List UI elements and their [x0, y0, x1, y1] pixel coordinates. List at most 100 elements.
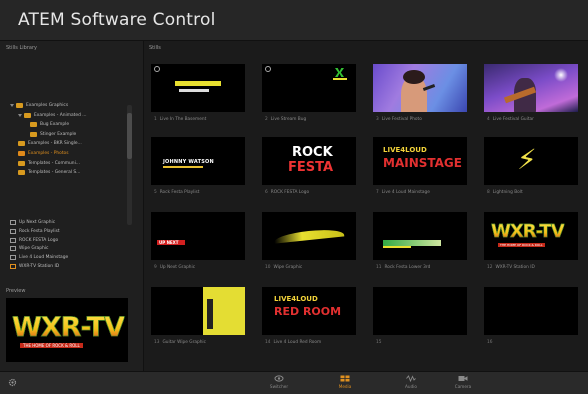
- tree-item[interactable]: Examples Graphics: [10, 101, 68, 110]
- tree-item[interactable]: Bug Example: [30, 120, 69, 129]
- media-item-label: Rock Festa Playlist: [19, 228, 60, 234]
- still-number: 5: [154, 190, 157, 195]
- scrollbar-thumb[interactable]: [127, 113, 132, 159]
- media-item[interactable]: WXR-TV Station ID: [10, 262, 59, 271]
- still-name: Live In The Basement: [159, 117, 207, 122]
- still-name: Rock Festa Playlist: [159, 190, 200, 195]
- logo-text-bottom: RED ROOM: [274, 305, 342, 318]
- folder-icon: [30, 122, 37, 128]
- loop-badge-icon: [265, 66, 271, 72]
- still-thumbnail[interactable]: ROCK FESTA: [262, 137, 356, 185]
- media-item[interactable]: ROCK FESTA Logo: [10, 236, 58, 245]
- nav-button-label: Camera: [454, 384, 472, 389]
- media-item[interactable]: Rock Festa Playlist: [10, 227, 60, 236]
- still-thumbnail[interactable]: [373, 212, 467, 260]
- nav-button-camera[interactable]: Camera: [448, 374, 478, 392]
- still-thumbnail[interactable]: [484, 64, 578, 112]
- logo-text-top: ROCK: [292, 145, 333, 160]
- media-item[interactable]: Live 4 Loud Mainstage: [10, 253, 68, 262]
- still-thumbnail[interactable]: [151, 64, 245, 112]
- still-number: 1: [154, 117, 157, 122]
- station-id-tagline: THE HOME OF ROCK & ROLL: [498, 243, 545, 247]
- still-thumbnail[interactable]: LIVE4LOUD MAINSTAGE: [373, 137, 467, 185]
- still-thumbnail[interactable]: [373, 287, 467, 335]
- still-name: Rock Festa Lower 3rd: [384, 265, 431, 270]
- still-number: 14: [265, 340, 271, 345]
- folder-icon: [18, 151, 25, 156]
- still-name: ROCK FESTA Logo: [270, 190, 310, 195]
- still-caption: 9 Up Next Graphic: [154, 265, 195, 270]
- still-name: Lightning Bolt: [492, 190, 523, 195]
- tree-item[interactable]: Templates - Communi...: [18, 159, 80, 168]
- tree-item[interactable]: Examples - BKR Single...: [18, 139, 82, 148]
- logo-text-bottom: MAINSTAGE: [383, 156, 462, 170]
- tree-item-label: Templates - General S...: [28, 170, 81, 176]
- still-name: Live Festival Guitar: [492, 117, 534, 122]
- preview-graphic-sub: THE HOME OF ROCK & ROLL: [20, 343, 83, 348]
- still-thumbnail[interactable]: JOHNNY WATSON: [151, 137, 245, 185]
- tree-scrollbar[interactable]: [127, 105, 132, 225]
- tree-item-label: Examples - Animated ...: [34, 112, 87, 118]
- nav-button-audio[interactable]: Audio: [396, 374, 426, 392]
- graphic-icon: [10, 255, 16, 261]
- graphic-icon: [10, 220, 16, 225]
- tree-item[interactable]: Stinger Example: [30, 130, 76, 139]
- still-thumbnail[interactable]: [151, 287, 245, 335]
- station-id-logo: WXR-TV: [491, 221, 565, 243]
- still-number: 6: [265, 190, 268, 195]
- folder-icon: [18, 141, 25, 147]
- app-title: ATEM Software Control: [18, 10, 216, 30]
- still-caption: 1 Live In The Basement: [154, 117, 206, 122]
- still-thumbnail[interactable]: [262, 212, 356, 260]
- tree-item-label: Templates - Communi...: [28, 160, 80, 166]
- stills-header: Stills: [149, 45, 161, 51]
- settings-gear-icon[interactable]: [8, 378, 17, 387]
- graphic-icon: [10, 228, 16, 234]
- media-item-label: Up Next Graphic: [19, 220, 56, 225]
- nav-button-switcher[interactable]: Switcher: [264, 374, 294, 392]
- tree-item[interactable]: Templates - General S...: [18, 168, 80, 177]
- still-name: Live Festival Photo: [381, 117, 422, 122]
- logo-text-bottom: FESTA: [288, 160, 334, 175]
- media-item-label: Wipe Graphic: [19, 246, 49, 252]
- expand-arrow-icon[interactable]: [10, 104, 14, 107]
- folder-icon: [16, 103, 23, 108]
- still-number: 4: [487, 117, 490, 122]
- nav-button-media[interactable]: Media: [330, 374, 360, 392]
- still-caption: 7 Live 4 Loud Mainstage: [376, 190, 430, 195]
- nav-button-label: Audio: [405, 384, 417, 389]
- title-bar: ATEM Software Control: [0, 0, 588, 41]
- still-thumbnail[interactable]: ⚡: [484, 137, 578, 185]
- still-caption: 8 Lightning Bolt: [487, 190, 523, 195]
- tree-item[interactable]: Examples - Photos: [18, 149, 69, 158]
- still-thumbnail[interactable]: UP NEXT: [151, 212, 245, 260]
- guitar-silhouette: [207, 299, 213, 329]
- media-item-label: ROCK FESTA Logo: [19, 237, 59, 243]
- still-thumbnail[interactable]: [484, 287, 578, 335]
- up-next-text: UP NEXT: [159, 240, 179, 245]
- still-name: Up Next Graphic: [159, 265, 196, 270]
- still-caption: 10 Wipe Graphic: [265, 265, 302, 270]
- still-number: 7: [376, 190, 379, 195]
- nav-button-label: Media: [338, 384, 352, 389]
- still-thumbnail[interactable]: WXR-TV THE HOME OF ROCK & ROLL: [484, 212, 578, 260]
- media-item[interactable]: Up Next Graphic: [10, 218, 55, 227]
- still-thumbnail[interactable]: [262, 64, 356, 112]
- still-caption: 5 Rock Festa Playlist: [154, 190, 199, 195]
- still-thumbnail[interactable]: [373, 64, 467, 112]
- graphic-icon: [10, 246, 16, 252]
- preview-label: Preview: [6, 288, 26, 294]
- still-caption: 15: [376, 340, 384, 345]
- still-number: 8: [487, 190, 490, 195]
- still-caption: 2 Live Stream Bug: [265, 117, 306, 122]
- logo-text-top: LIVE4LOUD: [383, 146, 427, 154]
- stage-light: [554, 68, 568, 82]
- still-caption: 13 Guitar Wipe Graphic: [154, 340, 206, 345]
- still-thumbnail[interactable]: LIVE4LOUD RED ROOM: [262, 287, 356, 335]
- still-number: 11: [376, 265, 382, 270]
- folder-icon: [24, 112, 31, 118]
- media-item[interactable]: Wipe Graphic: [10, 244, 48, 253]
- stills-panel: Stills 1 Live In The Basement 2 Live Stream…: [144, 41, 588, 371]
- tree-item[interactable]: Examples - Animated ...: [18, 111, 86, 120]
- expand-arrow-icon[interactable]: [18, 113, 22, 117]
